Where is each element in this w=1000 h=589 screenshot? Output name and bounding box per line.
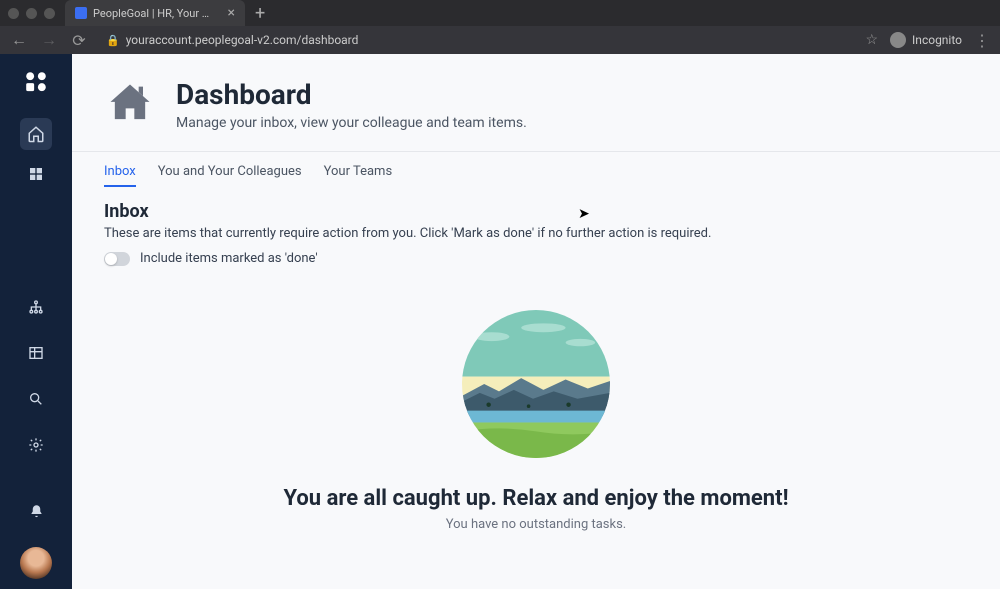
table-icon: [28, 345, 44, 361]
window-controls: [8, 8, 55, 19]
include-done-toggle[interactable]: [104, 252, 130, 266]
bookmark-star-icon[interactable]: ☆: [865, 32, 878, 48]
browser-toolbar: ← → ⟳ 🔒 youraccount.peoplegoal-v2.com/da…: [0, 26, 1000, 54]
org-chart-icon: [28, 299, 44, 315]
search-icon: [28, 391, 44, 407]
sidebar-item-home[interactable]: [20, 118, 52, 150]
bell-icon: [29, 504, 44, 519]
sidebar-item-notifications[interactable]: [20, 495, 52, 527]
tab-close-icon[interactable]: ×: [228, 5, 235, 21]
empty-state-title: You are all caught up. Relax and enjoy t…: [283, 486, 788, 511]
include-done-row: Include items marked as 'done': [104, 251, 968, 266]
inbox-section: Inbox These are items that currently req…: [72, 187, 1000, 280]
inbox-description: These are items that currently require a…: [104, 226, 968, 241]
browser-tab[interactable]: PeopleGoal | HR, Your Way. ×: [65, 0, 245, 26]
tab-favicon: [75, 7, 87, 19]
main-content: Dashboard Manage your inbox, view your c…: [72, 54, 1000, 589]
address-bar[interactable]: 🔒 youraccount.peoplegoal-v2.com/dashboar…: [100, 33, 853, 47]
sidebar-item-settings[interactable]: [20, 429, 52, 461]
house-icon: [104, 78, 156, 130]
tab-colleagues[interactable]: You and Your Colleagues: [158, 164, 302, 187]
window-minimize[interactable]: [26, 8, 37, 19]
window-maximize[interactable]: [44, 8, 55, 19]
incognito-label: Incognito: [912, 33, 962, 47]
empty-state-subtitle: You have no outstanding tasks.: [446, 517, 627, 532]
home-icon: [27, 125, 45, 143]
tab-title: PeopleGoal | HR, Your Way.: [93, 7, 218, 20]
avatar-image: [20, 547, 52, 579]
new-tab-button[interactable]: +: [255, 3, 265, 24]
app-logo-icon: [22, 68, 50, 96]
tab-teams[interactable]: Your Teams: [324, 164, 393, 187]
inbox-heading: Inbox: [104, 201, 968, 222]
content-tabs: Inbox You and Your Colleagues Your Teams: [72, 152, 1000, 187]
page-title: Dashboard: [176, 78, 527, 111]
page-header: Dashboard Manage your inbox, view your c…: [72, 54, 1000, 152]
grid-icon: [28, 166, 44, 182]
tab-inbox[interactable]: Inbox: [104, 164, 136, 187]
reload-icon[interactable]: ⟳: [70, 31, 88, 50]
sidebar-item-reports[interactable]: [20, 337, 52, 369]
include-done-label: Include items marked as 'done': [140, 251, 318, 266]
forward-icon[interactable]: →: [40, 30, 58, 50]
empty-state-illustration: [462, 310, 610, 458]
sidebar-item-apps[interactable]: [20, 158, 52, 190]
window-close[interactable]: [8, 8, 19, 19]
url-text: youraccount.peoplegoal-v2.com/dashboard: [126, 33, 359, 47]
back-icon[interactable]: ←: [10, 30, 28, 50]
lock-icon: 🔒: [106, 34, 120, 47]
sidebar-item-search[interactable]: [20, 383, 52, 415]
empty-state: You are all caught up. Relax and enjoy t…: [72, 280, 1000, 552]
page-subtitle: Manage your inbox, view your colleague a…: [176, 115, 527, 131]
gear-icon: [28, 437, 44, 453]
incognito-icon: [890, 32, 906, 48]
incognito-badge[interactable]: Incognito: [890, 32, 962, 48]
browser-menu-icon[interactable]: ⋮: [974, 31, 990, 50]
app-sidebar: [0, 54, 72, 589]
user-avatar[interactable]: [20, 547, 52, 579]
browser-tab-strip: PeopleGoal | HR, Your Way. × +: [0, 0, 1000, 26]
sidebar-item-org[interactable]: [20, 291, 52, 323]
